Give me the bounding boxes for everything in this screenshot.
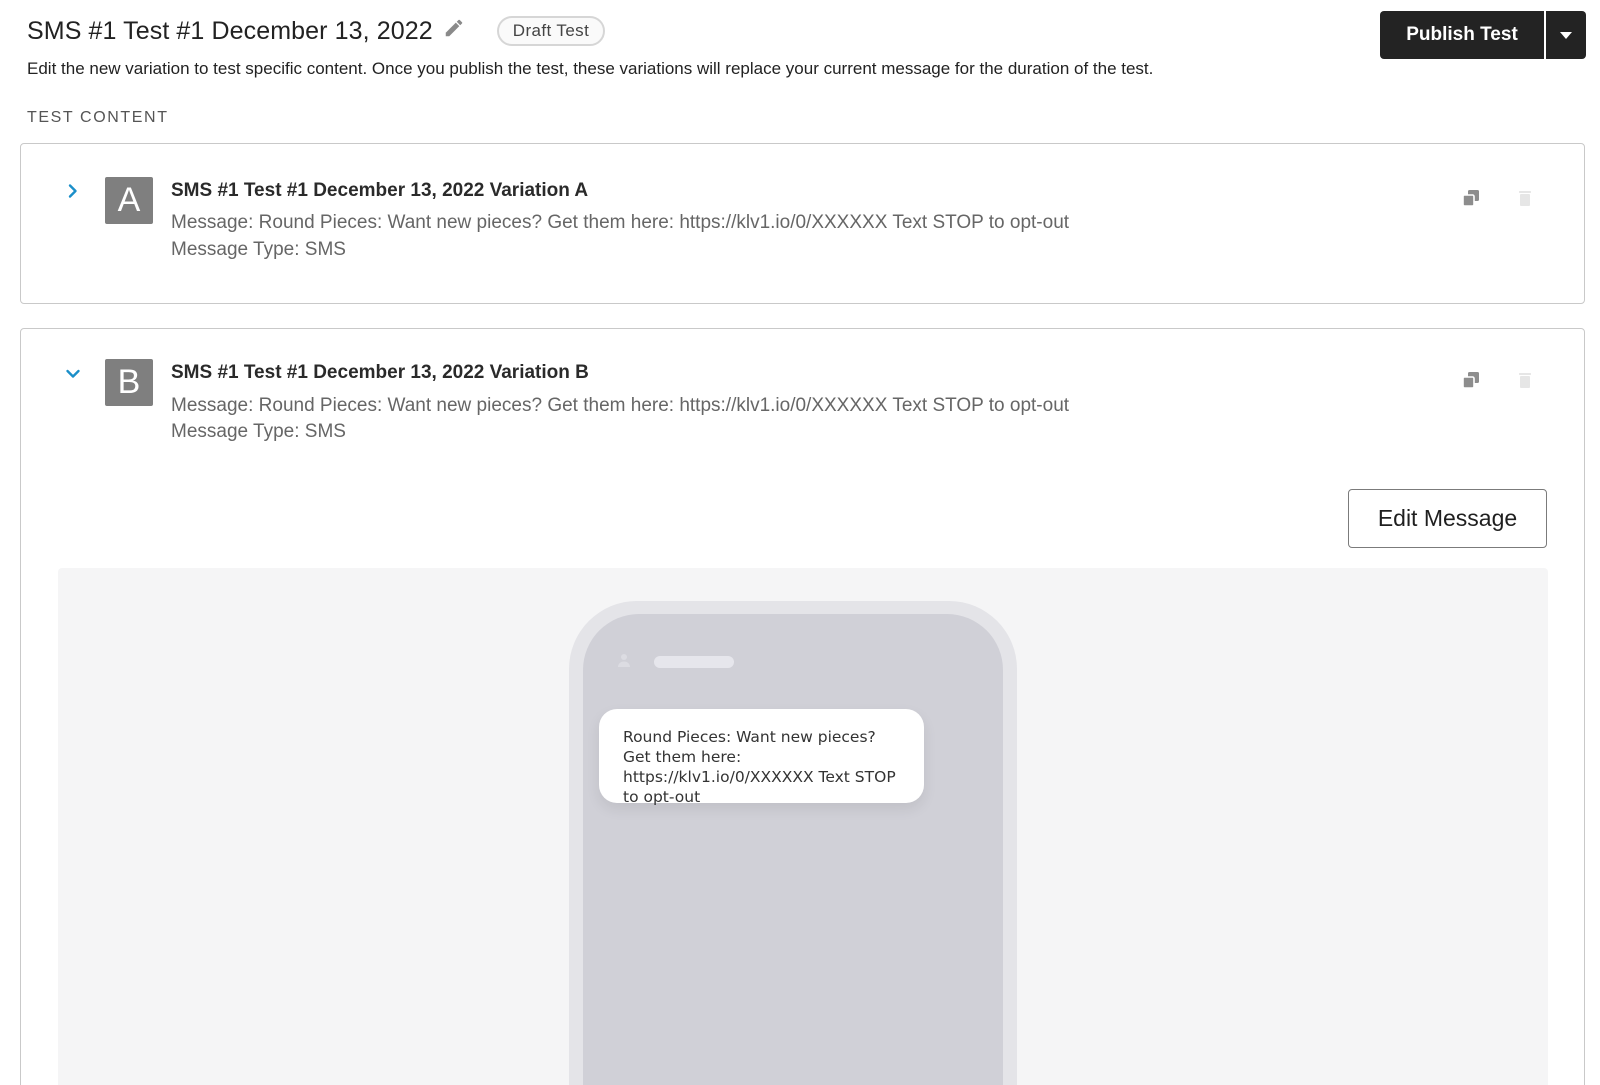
phone-contact-placeholder	[654, 656, 734, 668]
variation-message: Message: Round Pieces: Want new pieces? …	[171, 395, 1070, 416]
sms-preview-area: Round Pieces: Want new pieces? Get them …	[58, 568, 1548, 1085]
variation-actions	[1460, 187, 1536, 209]
page: SMS #1 Test #1 December 13, 2022 Draft T…	[0, 0, 1600, 1085]
trash-icon[interactable]	[1514, 187, 1536, 209]
variation-name: SMS #1 Test #1 December 13, 2022 Variati…	[171, 180, 589, 201]
chevron-down-icon[interactable]	[64, 365, 82, 383]
variation-card-b: B SMS #1 Test #1 December 13, 2022 Varia…	[20, 328, 1585, 1085]
variation-message-type: Message Type: SMS	[171, 421, 346, 442]
phone-mockup: Round Pieces: Want new pieces? Get them …	[569, 601, 1017, 1085]
publish-options-dropdown[interactable]	[1546, 11, 1586, 59]
trash-icon[interactable]	[1514, 369, 1536, 391]
variation-name: SMS #1 Test #1 December 13, 2022 Variati…	[171, 362, 589, 383]
page-subtitle: Edit the new variation to test specific …	[27, 59, 1154, 78]
variation-message: Message: Round Pieces: Want new pieces? …	[171, 212, 1070, 233]
variation-letter-avatar: A	[105, 177, 153, 224]
variation-letter-avatar: B	[105, 359, 153, 406]
status-badge: Draft Test	[496, 16, 606, 46]
duplicate-icon[interactable]	[1460, 187, 1482, 209]
publish-button-group: Publish Test	[1380, 11, 1586, 59]
edit-message-button[interactable]: Edit Message	[1348, 489, 1547, 548]
sms-message-bubble: Round Pieces: Want new pieces? Get them …	[599, 709, 924, 806]
publish-test-button[interactable]: Publish Test	[1380, 11, 1544, 59]
page-title: SMS #1 Test #1 December 13, 2022	[27, 16, 433, 45]
caret-down-icon	[1560, 31, 1572, 39]
variation-card-a: A SMS #1 Test #1 December 13, 2022 Varia…	[20, 143, 1585, 304]
phone-screen: Round Pieces: Want new pieces? Get them …	[583, 614, 1003, 1085]
person-icon	[616, 652, 632, 668]
chevron-right-icon[interactable]	[64, 182, 82, 200]
variation-message-type: Message Type: SMS	[171, 239, 346, 260]
pencil-icon[interactable]	[443, 17, 465, 39]
section-label: TEST CONTENT	[27, 109, 169, 126]
header-title-row: SMS #1 Test #1 December 13, 2022 Draft T…	[27, 16, 606, 46]
variation-actions	[1460, 369, 1536, 391]
duplicate-icon[interactable]	[1460, 369, 1482, 391]
